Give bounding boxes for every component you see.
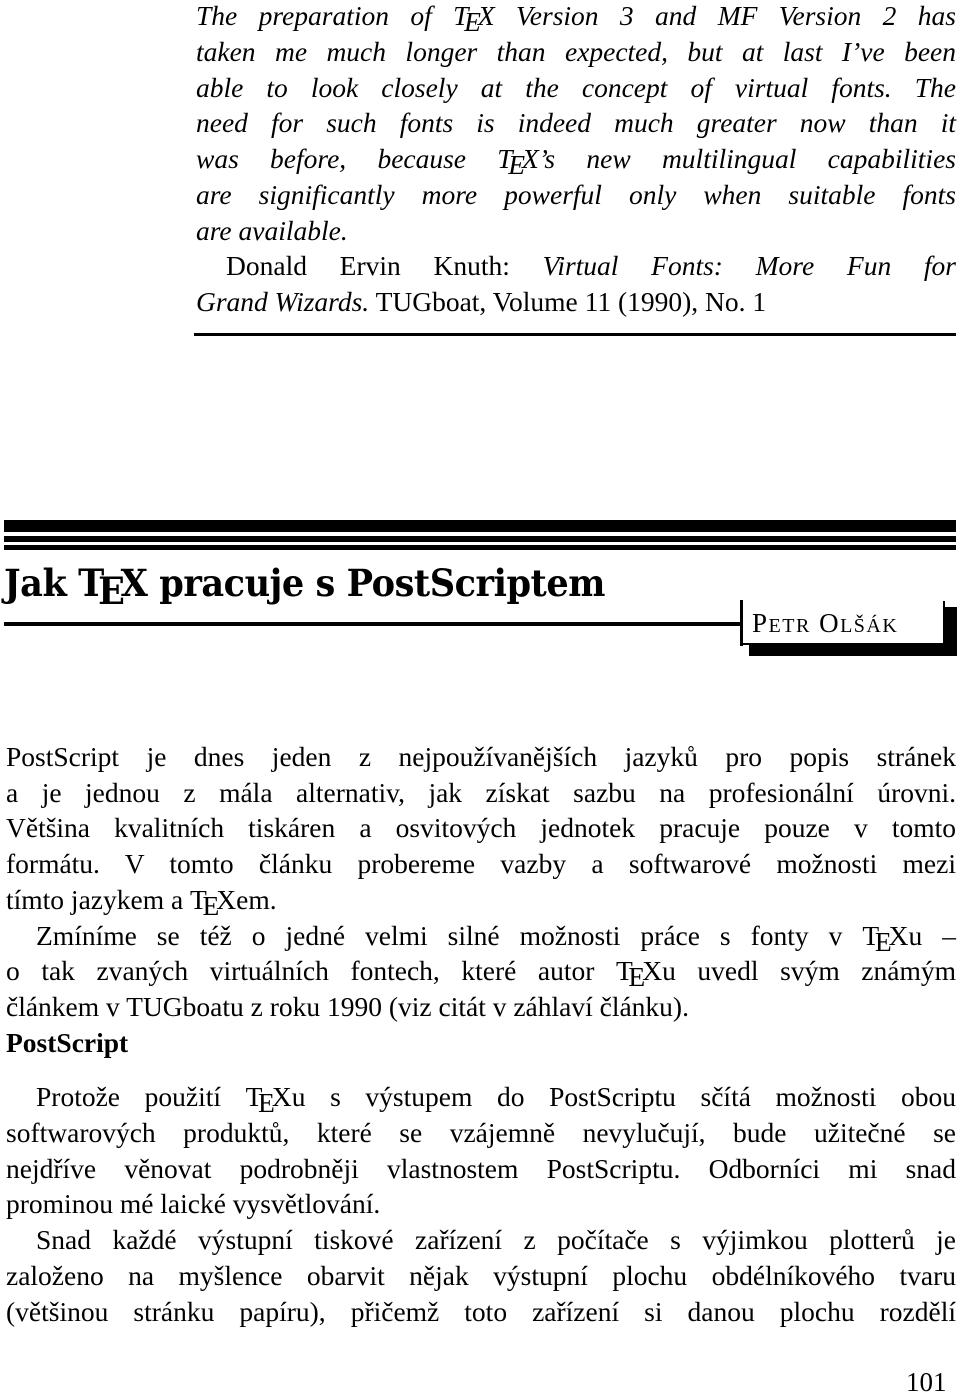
article-title: Jak TEX pracuje s PostScriptem <box>4 561 605 614</box>
author-box-left-border <box>740 600 743 646</box>
tex-logo: TEX <box>190 884 237 922</box>
epigraph-line: need for such fonts is indeed much great… <box>196 107 956 138</box>
title-underline-rule <box>4 622 742 626</box>
quote-work-title: Grand Wizards. <box>196 286 370 317</box>
header-thin-rule <box>4 536 956 542</box>
author-box-shadow-bottom <box>749 645 957 656</box>
epigraph-attribution-cont: Grand Wizards. TUGboat, Volume 11 (1990)… <box>196 286 766 318</box>
epigraph-line: able to look closely at the concept of v… <box>196 72 956 103</box>
body-line: Protože použití TEXu s výstupem do PostS… <box>36 1081 956 1119</box>
author-box-shadow-right <box>945 607 957 656</box>
epigraph-line: are available. <box>196 215 348 246</box>
quote-work-title: Virtual Fonts: More Fun for <box>542 250 956 281</box>
body-line: o tak zvaných virtuálních fontech, které… <box>6 955 956 993</box>
text: was before, because <box>196 143 498 174</box>
text: ’s new multilingual capabilities <box>538 143 956 174</box>
tex-logo: TEX <box>453 0 495 38</box>
quote-source: TUGboat, Volume 11 (1990), No. 1 <box>369 286 767 317</box>
tex-logo: TEX <box>497 143 539 181</box>
body-line: softwarových produktů, které se vzájemně… <box>6 1117 956 1148</box>
tex-logo: TEX <box>245 1081 292 1119</box>
header-thin-rule <box>4 545 956 550</box>
epigraph-attribution: Donald Ervin Knuth: Virtual Fonts: More … <box>226 250 956 282</box>
epigraph-line: are significantly more powerful only whe… <box>196 179 956 210</box>
epigraph-rule <box>194 333 956 336</box>
body-line: (většinou stránku papíru), přičemž toto … <box>6 1296 956 1327</box>
tex-logo: TEX <box>616 955 663 993</box>
section-heading: PostScript <box>6 1027 129 1058</box>
epigraph-line: The preparation of TEX Version 3 and MF … <box>196 0 956 38</box>
body-line: formátu. V tomto článku probereme vazby … <box>6 848 956 879</box>
epigraph-line: taken me much longer than expected, but … <box>196 36 956 67</box>
header-thick-rule <box>4 520 956 532</box>
text: Version 3 and MF Version 2 has <box>494 0 956 31</box>
article-author: PETR OLŠÁK <box>752 608 899 638</box>
body-line: a je jednou z mála alternativ, jak získa… <box>6 777 956 808</box>
body-line: nejdříve věnovat podrobněji vlastnostem … <box>6 1153 956 1184</box>
quote-author: Donald Ervin Knuth: <box>226 250 510 281</box>
tex-logo: TEX <box>78 561 148 614</box>
body-line: Snad každé výstupní tiskové zařízení z p… <box>36 1224 956 1255</box>
body-line: tímto jazykem a TEXem. <box>6 884 277 922</box>
body-line: prominou mé laické vysvětlování. <box>6 1188 381 1219</box>
body-line: Zmíníme se též o jedné velmi silné možno… <box>36 920 957 958</box>
tex-logo: TEX <box>862 920 909 958</box>
body-line: PostScript je dnes jeden z nejpoužívaněj… <box>6 741 956 772</box>
text: The preparation of <box>196 0 454 31</box>
epigraph-line: was before, because TEX’s new multilingu… <box>196 143 956 181</box>
page-number: 101 <box>906 1367 947 1397</box>
body-line: založeno na myšlence obarvit nějak výstu… <box>6 1260 956 1291</box>
body-line: článkem v TUGboatu z roku 1990 (viz citá… <box>6 991 689 1022</box>
body-line: Většina kvalitních tiskáren a osvitových… <box>6 812 956 843</box>
